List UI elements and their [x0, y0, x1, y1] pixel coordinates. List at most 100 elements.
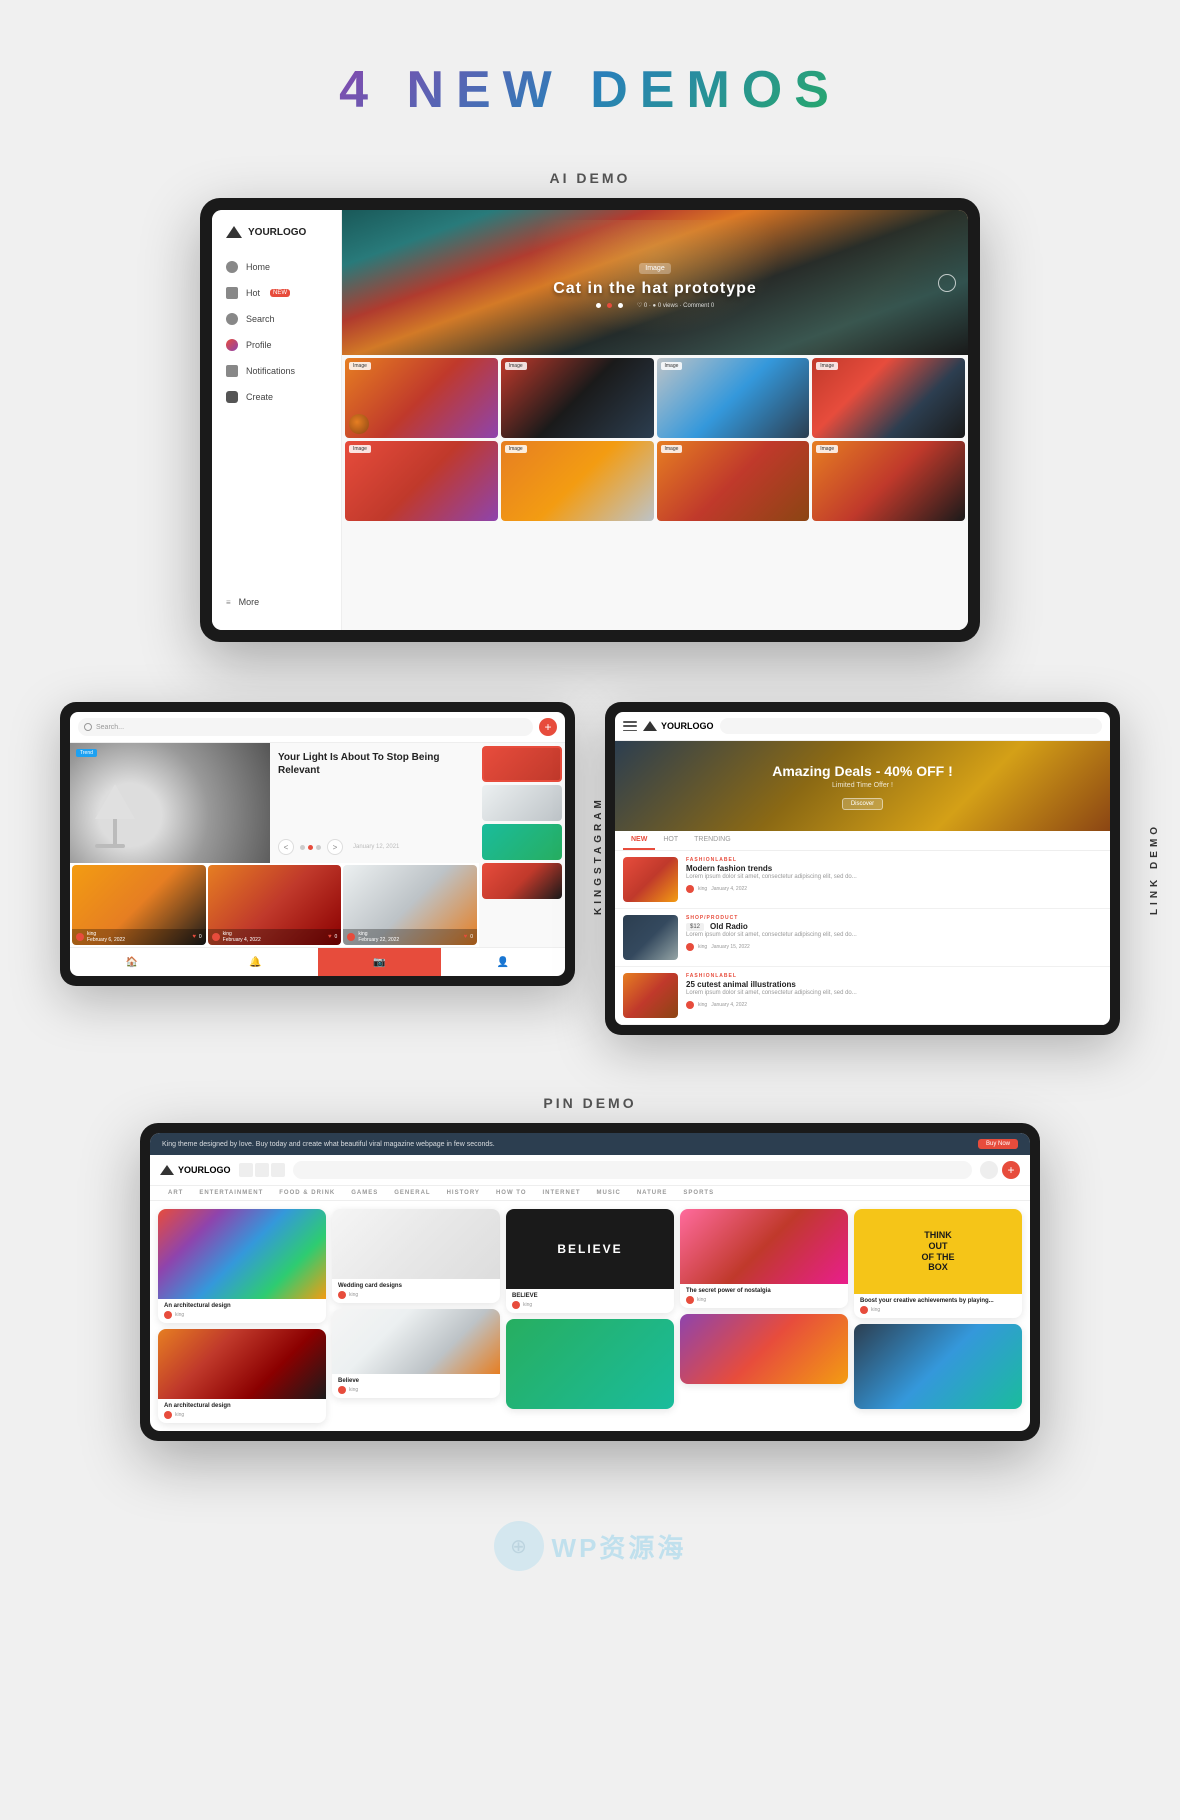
pin-cat-general[interactable]: GENERAL	[386, 1186, 438, 1200]
ai-main-content: Image Cat in the hat prototype ♡ 0 · ● 0…	[342, 210, 968, 630]
pin-card-1[interactable]: An architectural design king	[158, 1209, 326, 1323]
pin-add-button[interactable]: +	[1002, 1161, 1020, 1179]
pin-card-9[interactable]	[680, 1314, 848, 1384]
pin-card-title-3: BELIEVE	[512, 1293, 668, 1299]
article-avatar-2	[686, 943, 694, 951]
link-hero-content: Amazing Deals - 40% OFF ! Limited Time O…	[772, 763, 952, 810]
pin-card-8[interactable]	[506, 1319, 674, 1409]
pin-card-6[interactable]: An architectural design king	[158, 1329, 326, 1423]
profile-icon	[226, 339, 238, 351]
ai-nav-create[interactable]: Create	[212, 384, 341, 410]
pin-cat-food[interactable]: FOOD & DRINK	[271, 1186, 343, 1200]
link-article-3[interactable]: Fashionlabel 25 cutest animal illustrati…	[615, 967, 1110, 1025]
search-placeholder: Search...	[96, 724, 124, 731]
pin-cat-howto[interactable]: HOW TO	[488, 1186, 535, 1200]
pin-card-5[interactable]: THINKOUTOF THEBOX Boost your creative ac…	[854, 1209, 1022, 1318]
king-post-3[interactable]: king February 22, 2022 ♥ 0	[343, 865, 477, 945]
king-add-button[interactable]: +	[539, 718, 557, 736]
tab-hot[interactable]: HOT	[655, 831, 686, 850]
pin-cat-games[interactable]: GAMES	[343, 1186, 386, 1200]
king-thumb-1[interactable]	[482, 746, 562, 782]
pin-card-img-9	[680, 1314, 848, 1384]
home-icon	[226, 261, 238, 273]
page-title: 4 NEW DEMOS	[0, 60, 1180, 120]
pin-cat-music[interactable]: MUSIC	[589, 1186, 629, 1200]
pin-card-img-5: THINKOUTOF THEBOX	[854, 1209, 1022, 1294]
pin-topbar: YOURLOGO +	[150, 1155, 1030, 1186]
link-article-1[interactable]: Fashionlabel Modern fashion trends Lorem…	[615, 851, 1110, 909]
pin-card-3[interactable]: BELIEVE BELIEVE king	[506, 1209, 674, 1313]
king-post-2[interactable]: king February 4, 2022 ♥ 0	[208, 865, 342, 945]
article-content-2: shop/product $12 Old Radio Lorem ipsum d…	[686, 915, 1102, 951]
grid-item-7[interactable]: Image	[657, 441, 810, 521]
link-discover-button[interactable]: Discover	[842, 798, 883, 810]
ai-nav-hot[interactable]: Hot NEW	[212, 280, 341, 306]
pin-cat-art[interactable]: ART	[160, 1186, 191, 1200]
pin-cat-nature[interactable]: NATURE	[629, 1186, 676, 1200]
pin-card-title-7: Believe	[338, 1378, 494, 1384]
ai-nav-more[interactable]: ≡ More	[212, 590, 341, 614]
pin-user-icon[interactable]	[980, 1161, 998, 1179]
king-nav-home[interactable]: 🏠	[70, 948, 194, 976]
menu-icon[interactable]	[623, 721, 637, 731]
grid-item-3[interactable]: Image	[657, 358, 810, 438]
pin-cat-entertainment[interactable]: ENTERTAINMENT	[191, 1186, 271, 1200]
king-hero-image: Trend	[70, 743, 270, 863]
king-post-1[interactable]: king February 6, 2022 ♥ 0	[72, 865, 206, 945]
ai-demo-screen: YOURLOGO Home Hot NEW Search Profi	[212, 210, 968, 630]
ai-nav-notifications[interactable]: Notifications	[212, 358, 341, 384]
grid-item-8[interactable]: Image	[812, 441, 965, 521]
link-article-2[interactable]: shop/product $12 Old Radio Lorem ipsum d…	[615, 909, 1110, 967]
plus-icon	[226, 391, 238, 403]
pin-nav-2[interactable]	[255, 1163, 269, 1177]
ai-nav-home[interactable]: Home	[212, 254, 341, 280]
link-hero-subtitle: Limited Time Offer !	[772, 782, 952, 789]
fire-icon	[226, 287, 238, 299]
article-category-1: Fashionlabel	[686, 857, 1102, 863]
grid-item-1[interactable]: Image	[345, 358, 498, 438]
ai-nav-search[interactable]: Search	[212, 306, 341, 332]
grid-item-4[interactable]: Image	[812, 358, 965, 438]
link-hero-title: Amazing Deals - 40% OFF !	[772, 763, 952, 779]
king-search-box[interactable]: Search...	[78, 718, 533, 736]
king-thumb-2[interactable]	[482, 785, 562, 821]
pin-banner-button[interactable]: Buy Now	[978, 1139, 1018, 1149]
pin-nav-3[interactable]	[271, 1163, 285, 1177]
pin-search[interactable]	[293, 1161, 972, 1179]
pin-categories: ART ENTERTAINMENT FOOD & DRINK GAMES GEN…	[150, 1186, 1030, 1201]
link-screen: YOURLOGO Amazing Deals - 40% OFF ! Limit…	[615, 712, 1110, 1025]
king-nav-camera[interactable]: 📷	[318, 948, 442, 976]
pin-nav-1[interactable]	[239, 1163, 253, 1177]
grid-item-5[interactable]: Image	[345, 441, 498, 521]
ai-image-grid: Image Image Image Image Image	[342, 355, 968, 524]
logo-icon	[643, 721, 657, 731]
grid-item-6[interactable]: Image	[501, 441, 654, 521]
pin-card-7[interactable]: Believe king	[332, 1309, 500, 1398]
ai-demo-device: YOURLOGO Home Hot NEW Search Profi	[200, 198, 980, 642]
pin-logo: YOURLOGO	[160, 1165, 231, 1175]
king-nav-profile[interactable]: 👤	[441, 948, 565, 976]
grid-item-2[interactable]: Image	[501, 358, 654, 438]
ai-nav-profile[interactable]: Profile	[212, 332, 341, 358]
article-meta-1: king January 4, 2022	[686, 885, 1102, 893]
tab-trending[interactable]: TRENDING	[686, 831, 739, 850]
pin-card-10[interactable]	[854, 1324, 1022, 1409]
search-icon	[226, 313, 238, 325]
bottom-row: Search... +	[0, 682, 1180, 1075]
ai-hero-search[interactable]	[938, 274, 956, 292]
pin-cat-internet[interactable]: INTERNET	[535, 1186, 589, 1200]
king-thumb-3[interactable]	[482, 824, 562, 860]
pin-cat-history[interactable]: HISTORY	[439, 1186, 488, 1200]
link-search[interactable]	[720, 718, 1102, 734]
pin-card-4[interactable]: The secret power of nostalgia king	[680, 1209, 848, 1308]
ai-hero-meta: ♡ 0 · ● 0 views · Comment 0	[553, 302, 757, 309]
ai-logo: YOURLOGO	[212, 226, 341, 254]
pin-cat-sports[interactable]: SPORTS	[675, 1186, 722, 1200]
ai-demo-section: AI DEMO YOURLOGO Home Hot NEW	[0, 150, 1180, 682]
king-nav-notification[interactable]: 🔔	[194, 948, 318, 976]
pin-card-2[interactable]: Wedding card designs king	[332, 1209, 500, 1303]
king-thumb-4[interactable]	[482, 863, 562, 899]
ai-hero-content: Image Cat in the hat prototype ♡ 0 · ● 0…	[553, 257, 757, 309]
tab-new[interactable]: NEW	[623, 831, 655, 850]
article-avatar-1	[686, 885, 694, 893]
